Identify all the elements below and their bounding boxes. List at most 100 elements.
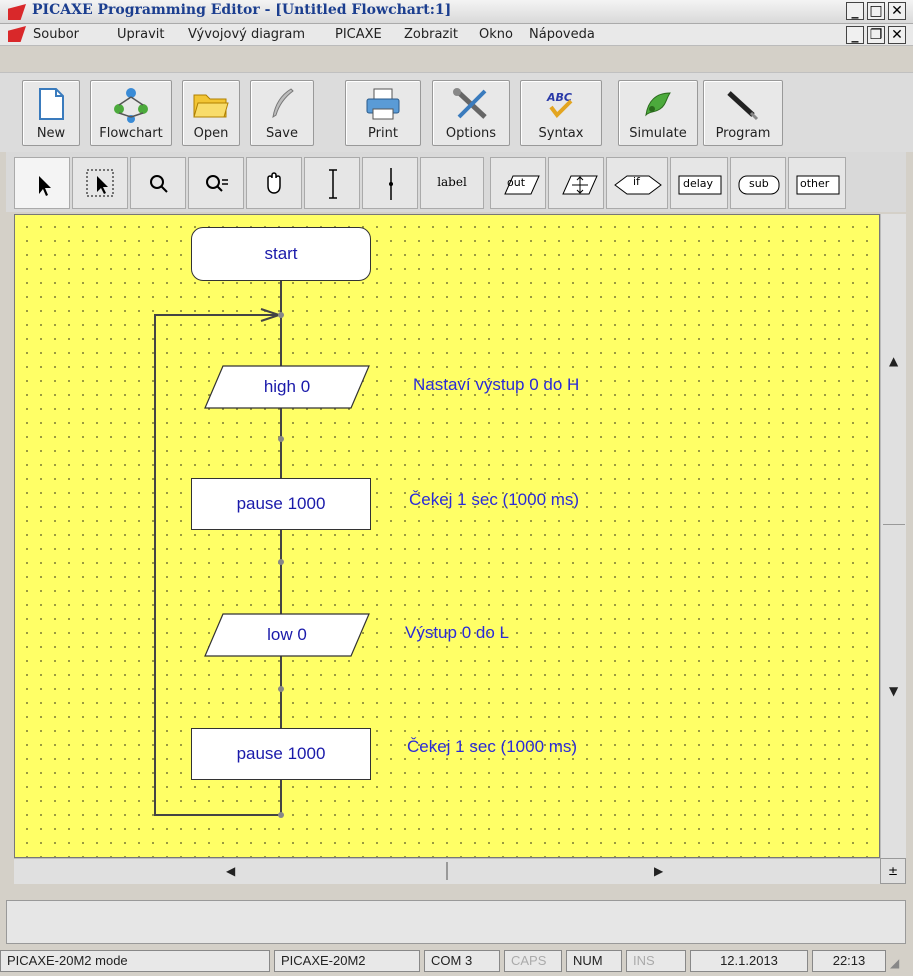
low-0-label: low 0 — [267, 625, 307, 644]
window-title: PICAXE Programming Editor - [Untitled Fl… — [32, 2, 452, 18]
output-panel — [6, 900, 906, 944]
menu-bar: Soubor Upravit Vývojový diagram PICAXE Z… — [0, 24, 913, 46]
out-tool-text: out — [507, 176, 526, 189]
status-time: 22:13 — [812, 950, 886, 972]
if-tool-button[interactable]: if — [606, 157, 668, 209]
menu-vyvojovy-diagram[interactable]: Vývojový diagram — [188, 27, 305, 42]
move-arrows-icon — [562, 175, 598, 195]
if-tool-text: if — [633, 175, 640, 188]
select-tool-button[interactable] — [14, 157, 70, 209]
open-label: Open — [193, 126, 229, 141]
maximize-button[interactable]: □ — [867, 2, 885, 20]
flowchart-button[interactable]: Flowchart — [90, 80, 172, 146]
close-button[interactable]: ✕ — [888, 2, 906, 20]
scroll-down-arrow-icon[interactable]: ▼ — [889, 684, 898, 698]
horizontal-scrollbar[interactable]: ◀ ▶ — [14, 858, 880, 884]
doc-close-button[interactable]: ✕ — [888, 26, 906, 44]
scroll-right-arrow-icon[interactable]: ▶ — [654, 864, 663, 878]
scroll-up-arrow-icon[interactable]: ▲ — [889, 354, 898, 368]
doc-restore-button[interactable]: ❐ — [867, 26, 885, 44]
options-label: Options — [445, 126, 497, 141]
zoom-in-icon — [150, 175, 168, 193]
pause-node-1[interactable]: pause 1000 — [191, 478, 371, 530]
comment-2[interactable]: Čekej 1 sec (1000 ms) — [409, 490, 579, 510]
motor-tool-button[interactable] — [548, 157, 604, 209]
scroll-left-arrow-icon[interactable]: ◀ — [226, 864, 235, 878]
hand-icon — [267, 172, 281, 194]
out-tool-button[interactable]: out — [490, 157, 546, 209]
zoom-out-icon — [206, 175, 228, 192]
app-icon — [8, 4, 26, 20]
resize-grip-icon[interactable]: ◢ — [890, 956, 899, 970]
hscroll-thumb[interactable] — [446, 862, 448, 880]
status-date: 12.1.2013 — [690, 950, 808, 972]
pause-node-2[interactable]: pause 1000 — [191, 728, 371, 780]
simulate-button[interactable]: Simulate — [618, 80, 698, 146]
comment-4[interactable]: Čekej 1 sec (1000 ms) — [407, 737, 577, 757]
open-button[interactable]: Open — [182, 80, 240, 146]
doc-minimize-button[interactable]: _ — [846, 26, 864, 44]
status-num: NUM — [566, 950, 622, 972]
program-cable-icon — [727, 91, 759, 121]
simulate-icon — [645, 92, 671, 117]
label-tool-text: label — [437, 175, 467, 189]
status-mode: PICAXE-20M2 mode — [0, 950, 270, 972]
comment-1[interactable]: Nastaví výstup 0 do H — [413, 375, 579, 395]
start-node[interactable]: start — [191, 227, 371, 281]
zoom-in-tool-button[interactable] — [130, 157, 186, 209]
delay-tool-button[interactable]: delay — [670, 157, 728, 209]
syntax-label: Syntax — [538, 126, 584, 141]
status-chip: PICAXE-20M2 — [274, 950, 420, 972]
sub-tool-text: sub — [749, 177, 769, 190]
scroll-thumb[interactable] — [883, 524, 905, 532]
program-button[interactable]: Program — [703, 80, 783, 146]
syntax-check-icon: ABC — [546, 91, 573, 119]
menu-picaxe[interactable]: PICAXE — [335, 27, 382, 42]
sub-tool-button[interactable]: sub — [730, 157, 786, 209]
minimize-button[interactable]: _ — [846, 2, 864, 20]
menu-okno[interactable]: Okno — [479, 27, 513, 42]
simulate-label: Simulate — [629, 126, 687, 141]
comment-3[interactable]: Výstup 0 do L — [405, 623, 509, 643]
program-label: Program — [715, 126, 771, 141]
options-button[interactable]: Options — [432, 80, 510, 146]
save-label: Save — [266, 126, 298, 141]
menu-soubor[interactable]: Soubor — [33, 27, 79, 42]
other-tool-button[interactable]: other — [788, 157, 846, 209]
menu-napoveda[interactable]: Nápoveda — [529, 27, 595, 42]
new-label: New — [36, 126, 66, 141]
document-icon — [8, 26, 26, 42]
quill-pen-icon — [272, 88, 294, 119]
flowchart-canvas[interactable]: start high 0 pause 1000 low 0 pause 1000… — [14, 214, 880, 858]
pointer-icon — [39, 176, 51, 196]
zoom-out-tool-button[interactable] — [188, 157, 244, 209]
connector-tool-button[interactable] — [362, 157, 418, 209]
menu-zobrazit[interactable]: Zobrazit — [404, 27, 458, 42]
pan-tool-button[interactable] — [246, 157, 302, 209]
print-button[interactable]: Print — [345, 80, 421, 146]
zoom-toggle-button[interactable]: ± — [880, 858, 906, 884]
flowchart-connectors — [154, 281, 370, 818]
delay-tool-text: delay — [683, 177, 714, 190]
other-tool-text: other — [800, 177, 830, 190]
vertical-scrollbar[interactable]: ▲ ▼ — [880, 214, 906, 858]
label-tool-button[interactable]: label — [420, 157, 484, 209]
tools-icon — [453, 88, 487, 119]
new-button[interactable]: New — [22, 80, 80, 146]
flowchart-label: Flowchart — [99, 126, 163, 141]
line-tool-button[interactable] — [304, 157, 360, 209]
syntax-button[interactable]: ABC Syntax — [520, 80, 602, 146]
print-label: Print — [368, 126, 398, 141]
connector-icon — [389, 168, 393, 200]
printer-icon — [366, 88, 400, 120]
open-folder-icon — [193, 94, 229, 118]
area-select-icon — [86, 169, 114, 197]
status-ins: INS — [626, 950, 686, 972]
menu-upravit[interactable]: Upravit — [117, 27, 164, 42]
vertical-line-icon — [329, 169, 337, 199]
status-caps: CAPS — [504, 950, 562, 972]
title-bar: PICAXE Programming Editor - [Untitled Fl… — [0, 0, 913, 24]
save-button[interactable]: Save — [250, 80, 314, 146]
status-port: COM 3 — [424, 950, 500, 972]
area-select-tool-button[interactable] — [72, 157, 128, 209]
